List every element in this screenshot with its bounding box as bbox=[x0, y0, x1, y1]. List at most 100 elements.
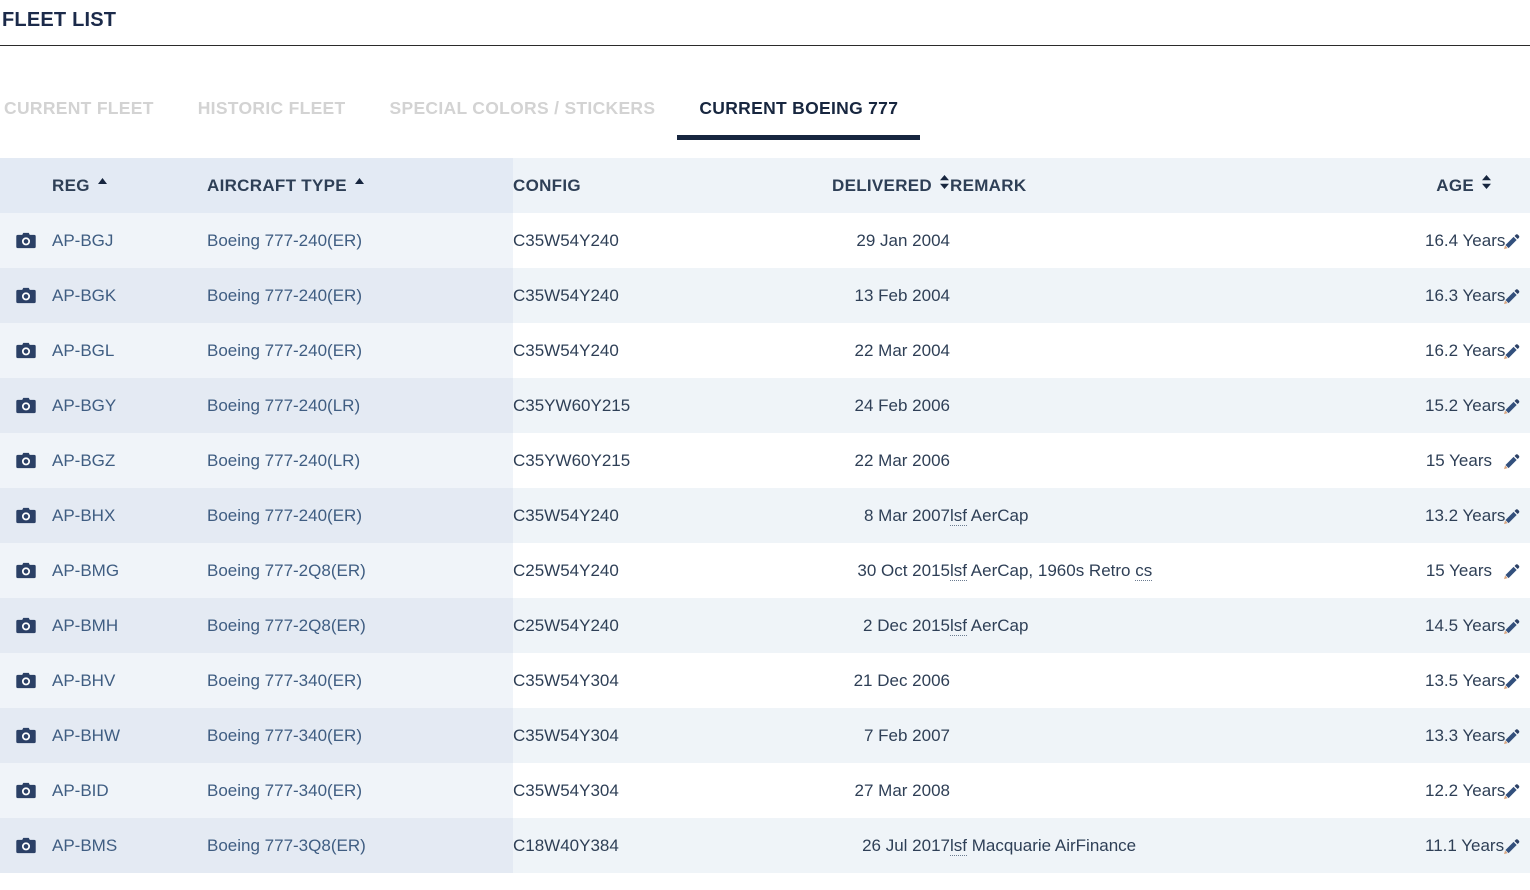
row-photo-cell[interactable] bbox=[0, 653, 52, 708]
aircraft-type-link[interactable]: Boeing 777-340(ER) bbox=[207, 671, 362, 690]
pencil-icon[interactable] bbox=[1502, 780, 1521, 799]
registration-link[interactable]: AP-BGL bbox=[52, 341, 114, 360]
sort-ascending-icon[interactable] bbox=[97, 176, 108, 190]
pencil-icon[interactable] bbox=[1502, 560, 1521, 579]
table-row[interactable]: AP-BGZ Boeing 777-240(LR) C35YW60Y215 22 Ma… bbox=[0, 433, 1530, 488]
camera-icon[interactable] bbox=[15, 395, 37, 414]
column-header-aircraft-type[interactable]: AIRCRAFT TYPE bbox=[207, 158, 513, 213]
camera-icon[interactable] bbox=[15, 835, 37, 854]
camera-icon[interactable] bbox=[15, 450, 37, 469]
pencil-icon[interactable] bbox=[1502, 505, 1521, 524]
pencil-icon[interactable] bbox=[1502, 615, 1521, 634]
pencil-icon[interactable] bbox=[1502, 725, 1521, 744]
column-header-reg[interactable]: REG bbox=[52, 158, 207, 213]
row-edit-cell[interactable] bbox=[1492, 433, 1530, 488]
table-row[interactable]: AP-BID Boeing 777-340(ER) C35W54Y304 27 Mar… bbox=[0, 763, 1530, 818]
camera-icon[interactable] bbox=[15, 340, 37, 359]
tab-current-boeing-777[interactable]: CURRENT BOEING 777 bbox=[677, 97, 921, 140]
column-header-delivered[interactable]: DELIVERED bbox=[793, 158, 950, 213]
camera-icon[interactable] bbox=[15, 670, 37, 689]
aircraft-type-link[interactable]: Boeing 777-2Q8(ER) bbox=[207, 561, 366, 580]
cell-config: C25W54Y240 bbox=[513, 543, 793, 598]
registration-link[interactable]: AP-BGY bbox=[52, 396, 116, 415]
tab-historic-fleet[interactable]: HISTORIC FLEET bbox=[176, 97, 368, 140]
row-photo-cell[interactable] bbox=[0, 433, 52, 488]
sort-both-icon[interactable] bbox=[939, 174, 950, 190]
table-row[interactable]: AP-BGJ Boeing 777-240(ER) C35W54Y240 29 Jan… bbox=[0, 213, 1530, 268]
aircraft-type-link[interactable]: Boeing 777-240(ER) bbox=[207, 506, 362, 525]
aircraft-type-link[interactable]: Boeing 777-240(ER) bbox=[207, 341, 362, 360]
row-photo-cell[interactable] bbox=[0, 763, 52, 818]
aircraft-type-link[interactable]: Boeing 777-240(ER) bbox=[207, 231, 362, 250]
remark-abbreviation[interactable]: lsf bbox=[950, 560, 967, 581]
camera-icon[interactable] bbox=[15, 780, 37, 799]
registration-link[interactable]: AP-BGZ bbox=[52, 451, 115, 470]
row-photo-cell[interactable] bbox=[0, 543, 52, 598]
registration-link[interactable]: AP-BMS bbox=[52, 836, 117, 855]
table-row[interactable]: AP-BHV Boeing 777-340(ER) C35W54Y304 21 Dec… bbox=[0, 653, 1530, 708]
sort-ascending-icon[interactable] bbox=[354, 176, 365, 190]
pencil-icon[interactable] bbox=[1502, 340, 1521, 359]
pencil-icon[interactable] bbox=[1502, 285, 1521, 304]
row-photo-cell[interactable] bbox=[0, 488, 52, 543]
pencil-icon[interactable] bbox=[1502, 395, 1521, 414]
aircraft-type-link[interactable]: Boeing 777-240(LR) bbox=[207, 396, 360, 415]
row-photo-cell[interactable] bbox=[0, 708, 52, 763]
aircraft-type-link[interactable]: Boeing 777-240(LR) bbox=[207, 451, 360, 470]
pencil-icon[interactable] bbox=[1502, 230, 1521, 249]
registration-link[interactable]: AP-BMG bbox=[52, 561, 119, 580]
pencil-icon[interactable] bbox=[1502, 835, 1521, 854]
pencil-icon[interactable] bbox=[1502, 670, 1521, 689]
remark-abbreviation[interactable]: lsf bbox=[950, 615, 967, 636]
table-row[interactable]: AP-BGK Boeing 777-240(ER) C35W54Y240 13 Feb… bbox=[0, 268, 1530, 323]
table-row[interactable]: AP-BGY Boeing 777-240(LR) C35YW60Y215 24 Fe… bbox=[0, 378, 1530, 433]
table-row[interactable]: AP-BMS Boeing 777-3Q8(ER) C18W40Y384 26 Jul… bbox=[0, 818, 1530, 873]
registration-link[interactable]: AP-BGJ bbox=[52, 231, 113, 250]
aircraft-type-link[interactable]: Boeing 777-340(ER) bbox=[207, 726, 362, 745]
registration-link[interactable]: AP-BHW bbox=[52, 726, 120, 745]
registration-link[interactable]: AP-BID bbox=[52, 781, 109, 800]
remark-abbreviation[interactable]: lsf bbox=[950, 505, 967, 526]
camera-icon[interactable] bbox=[15, 560, 37, 579]
table-row[interactable]: AP-BHW Boeing 777-340(ER) C35W54Y304 7 Feb … bbox=[0, 708, 1530, 763]
aircraft-type-link[interactable]: Boeing 777-2Q8(ER) bbox=[207, 616, 366, 635]
registration-link[interactable]: AP-BMH bbox=[52, 616, 118, 635]
row-photo-cell[interactable] bbox=[0, 818, 52, 873]
row-photo-cell[interactable] bbox=[0, 598, 52, 653]
tab-current-fleet[interactable]: CURRENT FLEET bbox=[0, 97, 176, 140]
table-row[interactable]: AP-BMG Boeing 777-2Q8(ER) C25W54Y240 30 Oct… bbox=[0, 543, 1530, 598]
table-row[interactable]: AP-BGL Boeing 777-240(ER) C35W54Y240 22 Mar… bbox=[0, 323, 1530, 378]
cell-config: C18W40Y384 bbox=[513, 818, 793, 873]
column-header-remark[interactable]: REMARK bbox=[950, 158, 1425, 213]
pencil-icon[interactable] bbox=[1502, 450, 1521, 469]
column-header-age[interactable]: AGE bbox=[1425, 158, 1492, 213]
aircraft-type-link[interactable]: Boeing 777-240(ER) bbox=[207, 286, 362, 305]
cell-reg: AP-BID bbox=[52, 763, 207, 818]
row-photo-cell[interactable] bbox=[0, 323, 52, 378]
camera-icon[interactable] bbox=[15, 725, 37, 744]
cell-config: C35W54Y240 bbox=[513, 488, 793, 543]
table-row[interactable]: AP-BHX Boeing 777-240(ER) C35W54Y240 8 Mar … bbox=[0, 488, 1530, 543]
registration-link[interactable]: AP-BGK bbox=[52, 286, 116, 305]
tab-special-colors-stickers[interactable]: SPECIAL COLORS / STICKERS bbox=[368, 97, 678, 140]
cell-remark bbox=[950, 323, 1425, 378]
cell-delivered: 22 Mar 2006 bbox=[793, 433, 950, 488]
table-row[interactable]: AP-BMH Boeing 777-2Q8(ER) C25W54Y240 2 Dec … bbox=[0, 598, 1530, 653]
registration-link[interactable]: AP-BHV bbox=[52, 671, 115, 690]
remark-abbreviation[interactable]: cs bbox=[1135, 560, 1153, 581]
camera-icon[interactable] bbox=[15, 230, 37, 249]
camera-icon[interactable] bbox=[15, 505, 37, 524]
aircraft-type-link[interactable]: Boeing 777-340(ER) bbox=[207, 781, 362, 800]
remark-abbreviation[interactable]: lsf bbox=[950, 835, 967, 856]
row-photo-cell[interactable] bbox=[0, 268, 52, 323]
camera-icon[interactable] bbox=[15, 285, 37, 304]
camera-icon[interactable] bbox=[15, 615, 37, 634]
aircraft-type-link[interactable]: Boeing 777-3Q8(ER) bbox=[207, 836, 366, 855]
column-header-config[interactable]: CONFIG bbox=[513, 158, 793, 213]
row-edit-cell[interactable] bbox=[1492, 543, 1530, 598]
row-photo-cell[interactable] bbox=[0, 378, 52, 433]
row-photo-cell[interactable] bbox=[0, 213, 52, 268]
page-title: FLEET LIST bbox=[2, 9, 117, 31]
sort-both-icon[interactable] bbox=[1481, 174, 1492, 190]
registration-link[interactable]: AP-BHX bbox=[52, 506, 115, 525]
